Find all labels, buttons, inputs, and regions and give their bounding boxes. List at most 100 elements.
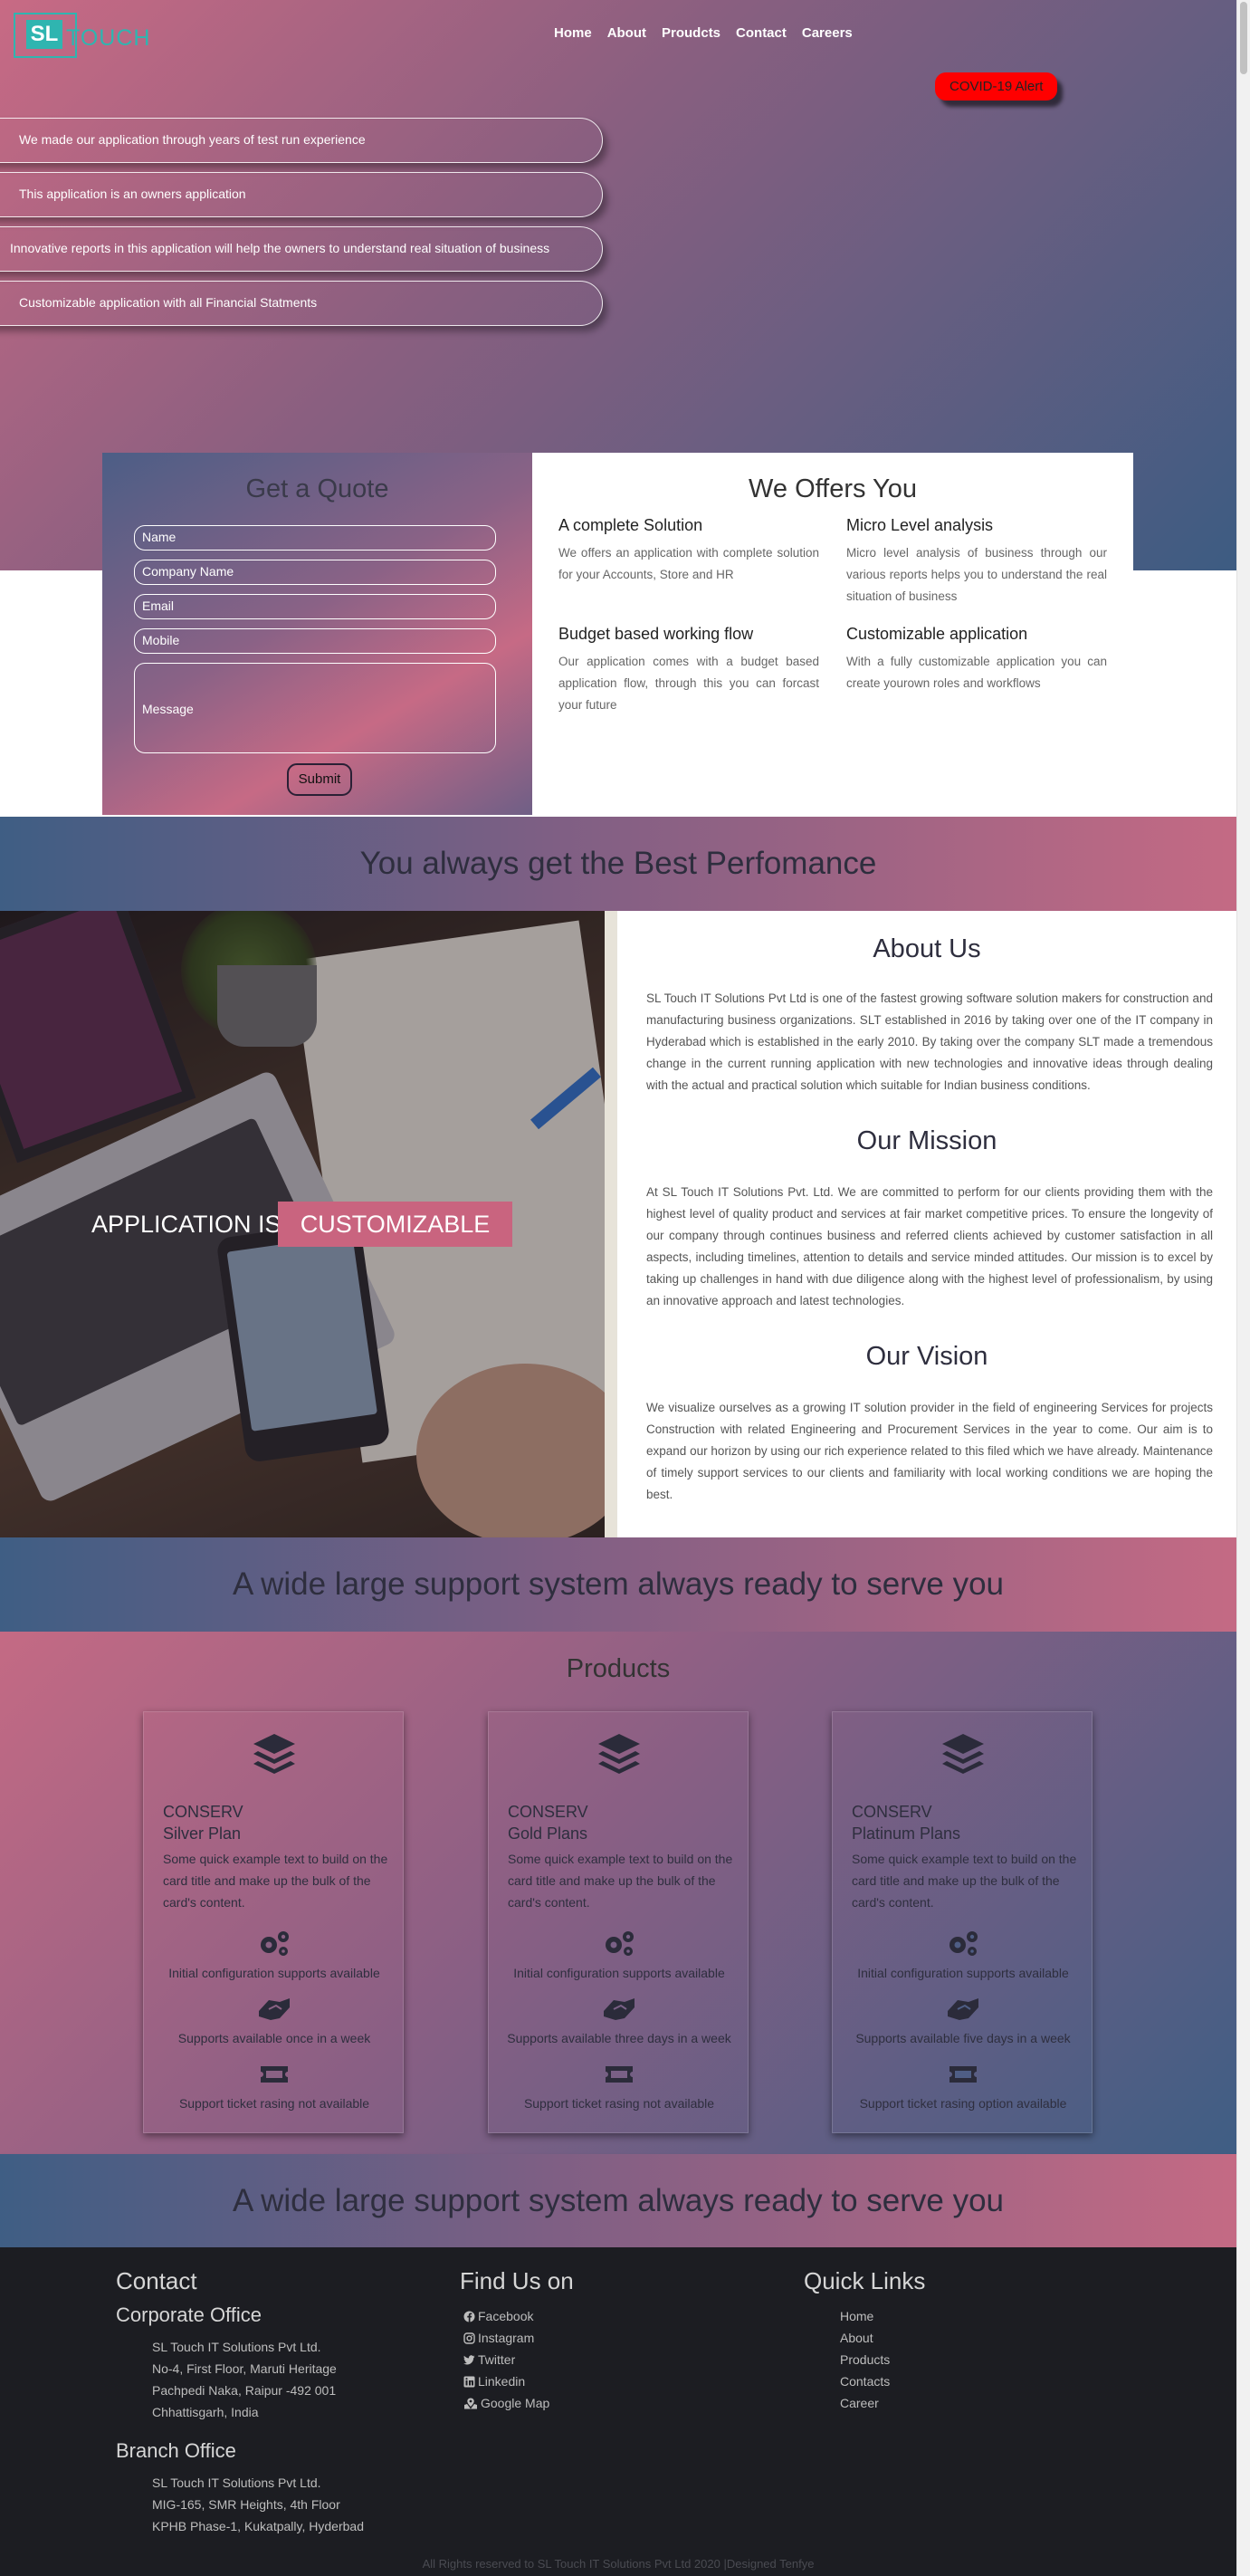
nav-home[interactable]: Home: [554, 25, 592, 41]
about-text: SL Touch IT Solutions Pvt Ltd is one of …: [646, 991, 1213, 1092]
mobile-field[interactable]: Mobile: [134, 628, 496, 654]
ticket-icon: [949, 2066, 977, 2083]
product-description: Some quick example text to build on the …: [508, 1852, 733, 1910]
submit-button[interactable]: Submit: [287, 763, 352, 796]
product-brand: CONSERV: [852, 1803, 932, 1821]
product-feature: Support ticket rasing option available: [859, 2096, 1067, 2111]
offer-item: Budget based working flow Our applicatio…: [558, 625, 819, 716]
products-section: Products CONSERV Silver Plan Some quick …: [0, 1632, 1236, 2154]
hero-bullet: Customizable application with all Financ…: [0, 281, 603, 326]
photo-caption-highlight: CUSTOMIZABLE: [278, 1202, 512, 1247]
quick-links-heading: Quick Links: [804, 2267, 926, 2294]
branch-address-line: SL Touch IT Solutions Pvt Ltd.: [152, 2475, 321, 2490]
offer-text: Our application comes with a budget base…: [558, 655, 819, 712]
product-feature: Supports available five days in a week: [855, 2031, 1071, 2045]
linkedin-link[interactable]: Linkedin: [463, 2370, 525, 2392]
company-name-field[interactable]: Company Name: [134, 560, 496, 585]
layers-icon: [598, 1734, 640, 1774]
message-field[interactable]: Message: [134, 663, 496, 753]
google-map-link[interactable]: Google Map: [463, 2392, 549, 2414]
footer: Contact Corporate Office SL Touch IT Sol…: [0, 2247, 1236, 2576]
logo-wordmark: TOUCH: [66, 25, 151, 51]
cogs-icon: [949, 1931, 978, 1956]
instagram-label: Instagram: [478, 2331, 535, 2345]
facebook-label: Facebook: [478, 2309, 534, 2323]
page-scrollbar[interactable]: [1236, 0, 1250, 2576]
twitter-icon: [463, 2354, 475, 2364]
product-feature: Initial configuration supports available: [857, 1966, 1069, 1980]
handshake-icon: [604, 1998, 635, 2020]
logo[interactable]: SL TOUCH: [14, 9, 154, 62]
product-feature: Supports available once in a week: [177, 2031, 371, 2045]
mission-title: Our Mission: [856, 1126, 997, 1155]
twitter-link[interactable]: Twitter: [463, 2349, 515, 2370]
performance-banner: You always get the Best Perfomance: [0, 817, 1236, 911]
quick-link-about[interactable]: About: [840, 2327, 873, 2349]
offer-title: A complete Solution: [558, 516, 703, 534]
offers-title: We Offers You: [749, 474, 917, 503]
product-plan: Gold Plans: [508, 1824, 588, 1843]
offer-title: Micro Level analysis: [846, 516, 994, 534]
scrollbar-thumb[interactable]: [1240, 2, 1247, 74]
product-plan: Platinum Plans: [852, 1824, 961, 1843]
facebook-link[interactable]: Facebook: [463, 2305, 533, 2327]
twitter-label: Twitter: [478, 2352, 516, 2367]
layers-icon: [253, 1734, 295, 1774]
email-field[interactable]: Email: [134, 594, 496, 619]
product-feature: Support ticket rasing not available: [523, 2096, 715, 2111]
hero-bullet: We made our application through years of…: [0, 118, 603, 163]
handshake-icon: [259, 1998, 290, 2020]
facebook-icon: [463, 2311, 475, 2322]
quick-link-products[interactable]: Products: [840, 2349, 890, 2370]
instagram-link[interactable]: Instagram: [463, 2327, 534, 2349]
offer-item: A complete Solution We offers an applica…: [558, 516, 819, 586]
offer-text: Micro level analysis of business through…: [846, 546, 1107, 603]
product-description: Some quick example text to build on the …: [852, 1852, 1077, 1910]
nav-about[interactable]: About: [607, 25, 646, 41]
photo-caption-prefix: APPLICATION IS: [91, 1211, 281, 1238]
corporate-address-line: No-4, First Floor, Maruti Heritage: [152, 2361, 337, 2376]
find-us-heading: Find Us on: [460, 2267, 574, 2294]
product-card-silver[interactable]: CONSERV Silver Plan Some quick example t…: [143, 1711, 404, 2133]
offer-title: Customizable application: [846, 625, 1028, 643]
corporate-address-line: Pachpedi Naka, Raipur -492 001: [152, 2383, 337, 2398]
offer-item: Customizable application With a fully cu…: [846, 625, 1107, 694]
layers-icon: [942, 1734, 984, 1774]
product-plan: Silver Plan: [163, 1824, 242, 1843]
covid-alert-button[interactable]: COVID-19 Alert: [935, 72, 1058, 101]
main-nav: Home About Proudcts Contact Careers: [554, 25, 853, 41]
offer-item: Micro Level analysis Micro level analysi…: [846, 516, 1107, 608]
logo-mark: SL: [26, 20, 62, 49]
offer-text: We offers an application with complete s…: [558, 546, 819, 581]
about-title: About Us: [873, 934, 981, 963]
nav-products[interactable]: Proudcts: [662, 25, 720, 41]
nav-careers[interactable]: Careers: [802, 25, 853, 41]
product-feature: Support ticket rasing not available: [178, 2096, 370, 2111]
linkedin-label: Linkedin: [478, 2374, 526, 2389]
hero-bullet: This application is an owners applicatio…: [0, 172, 603, 217]
product-feature: Initial configuration supports available: [513, 1966, 725, 1980]
corporate-office-heading: Corporate Office: [116, 2303, 262, 2326]
nav-contact[interactable]: Contact: [736, 25, 787, 41]
branch-office-heading: Branch Office: [116, 2439, 236, 2462]
product-card-gold[interactable]: CONSERV Gold Plans Some quick example te…: [488, 1711, 749, 2133]
products-title: Products: [566, 1654, 671, 1683]
product-card-platinum[interactable]: CONSERV Platinum Plans Some quick exampl…: [832, 1711, 1093, 2133]
offer-text: With a fully customizable application yo…: [846, 655, 1107, 690]
product-brand: CONSERV: [163, 1803, 243, 1821]
photo-divider: [605, 911, 617, 1537]
offer-title: Budget based working flow: [558, 625, 754, 643]
support-banner: A wide large support system always ready…: [0, 1537, 1236, 1632]
copyright-text: All Rights reserved to SL Touch IT Solut…: [422, 2557, 815, 2571]
vision-title: Our Vision: [865, 1342, 988, 1371]
quick-link-career[interactable]: Career: [840, 2392, 879, 2414]
quick-link-contacts[interactable]: Contacts: [840, 2370, 890, 2392]
about-section: About Us SL Touch IT Solutions Pvt Ltd i…: [617, 911, 1236, 1537]
mission-text: At SL Touch IT Solutions Pvt. Ltd. We ar…: [646, 1185, 1213, 1307]
branch-address-line: KPHB Phase-1, Kukatpally, Hyderbad: [152, 2519, 364, 2533]
ticket-icon: [261, 2066, 288, 2083]
page-content: SL TOUCH Home About Proudcts Contact Car…: [0, 0, 1236, 2576]
quick-link-home[interactable]: Home: [840, 2305, 873, 2327]
name-field[interactable]: Name: [134, 525, 496, 551]
hero-bullet: Innovative reports in this application w…: [0, 226, 603, 272]
